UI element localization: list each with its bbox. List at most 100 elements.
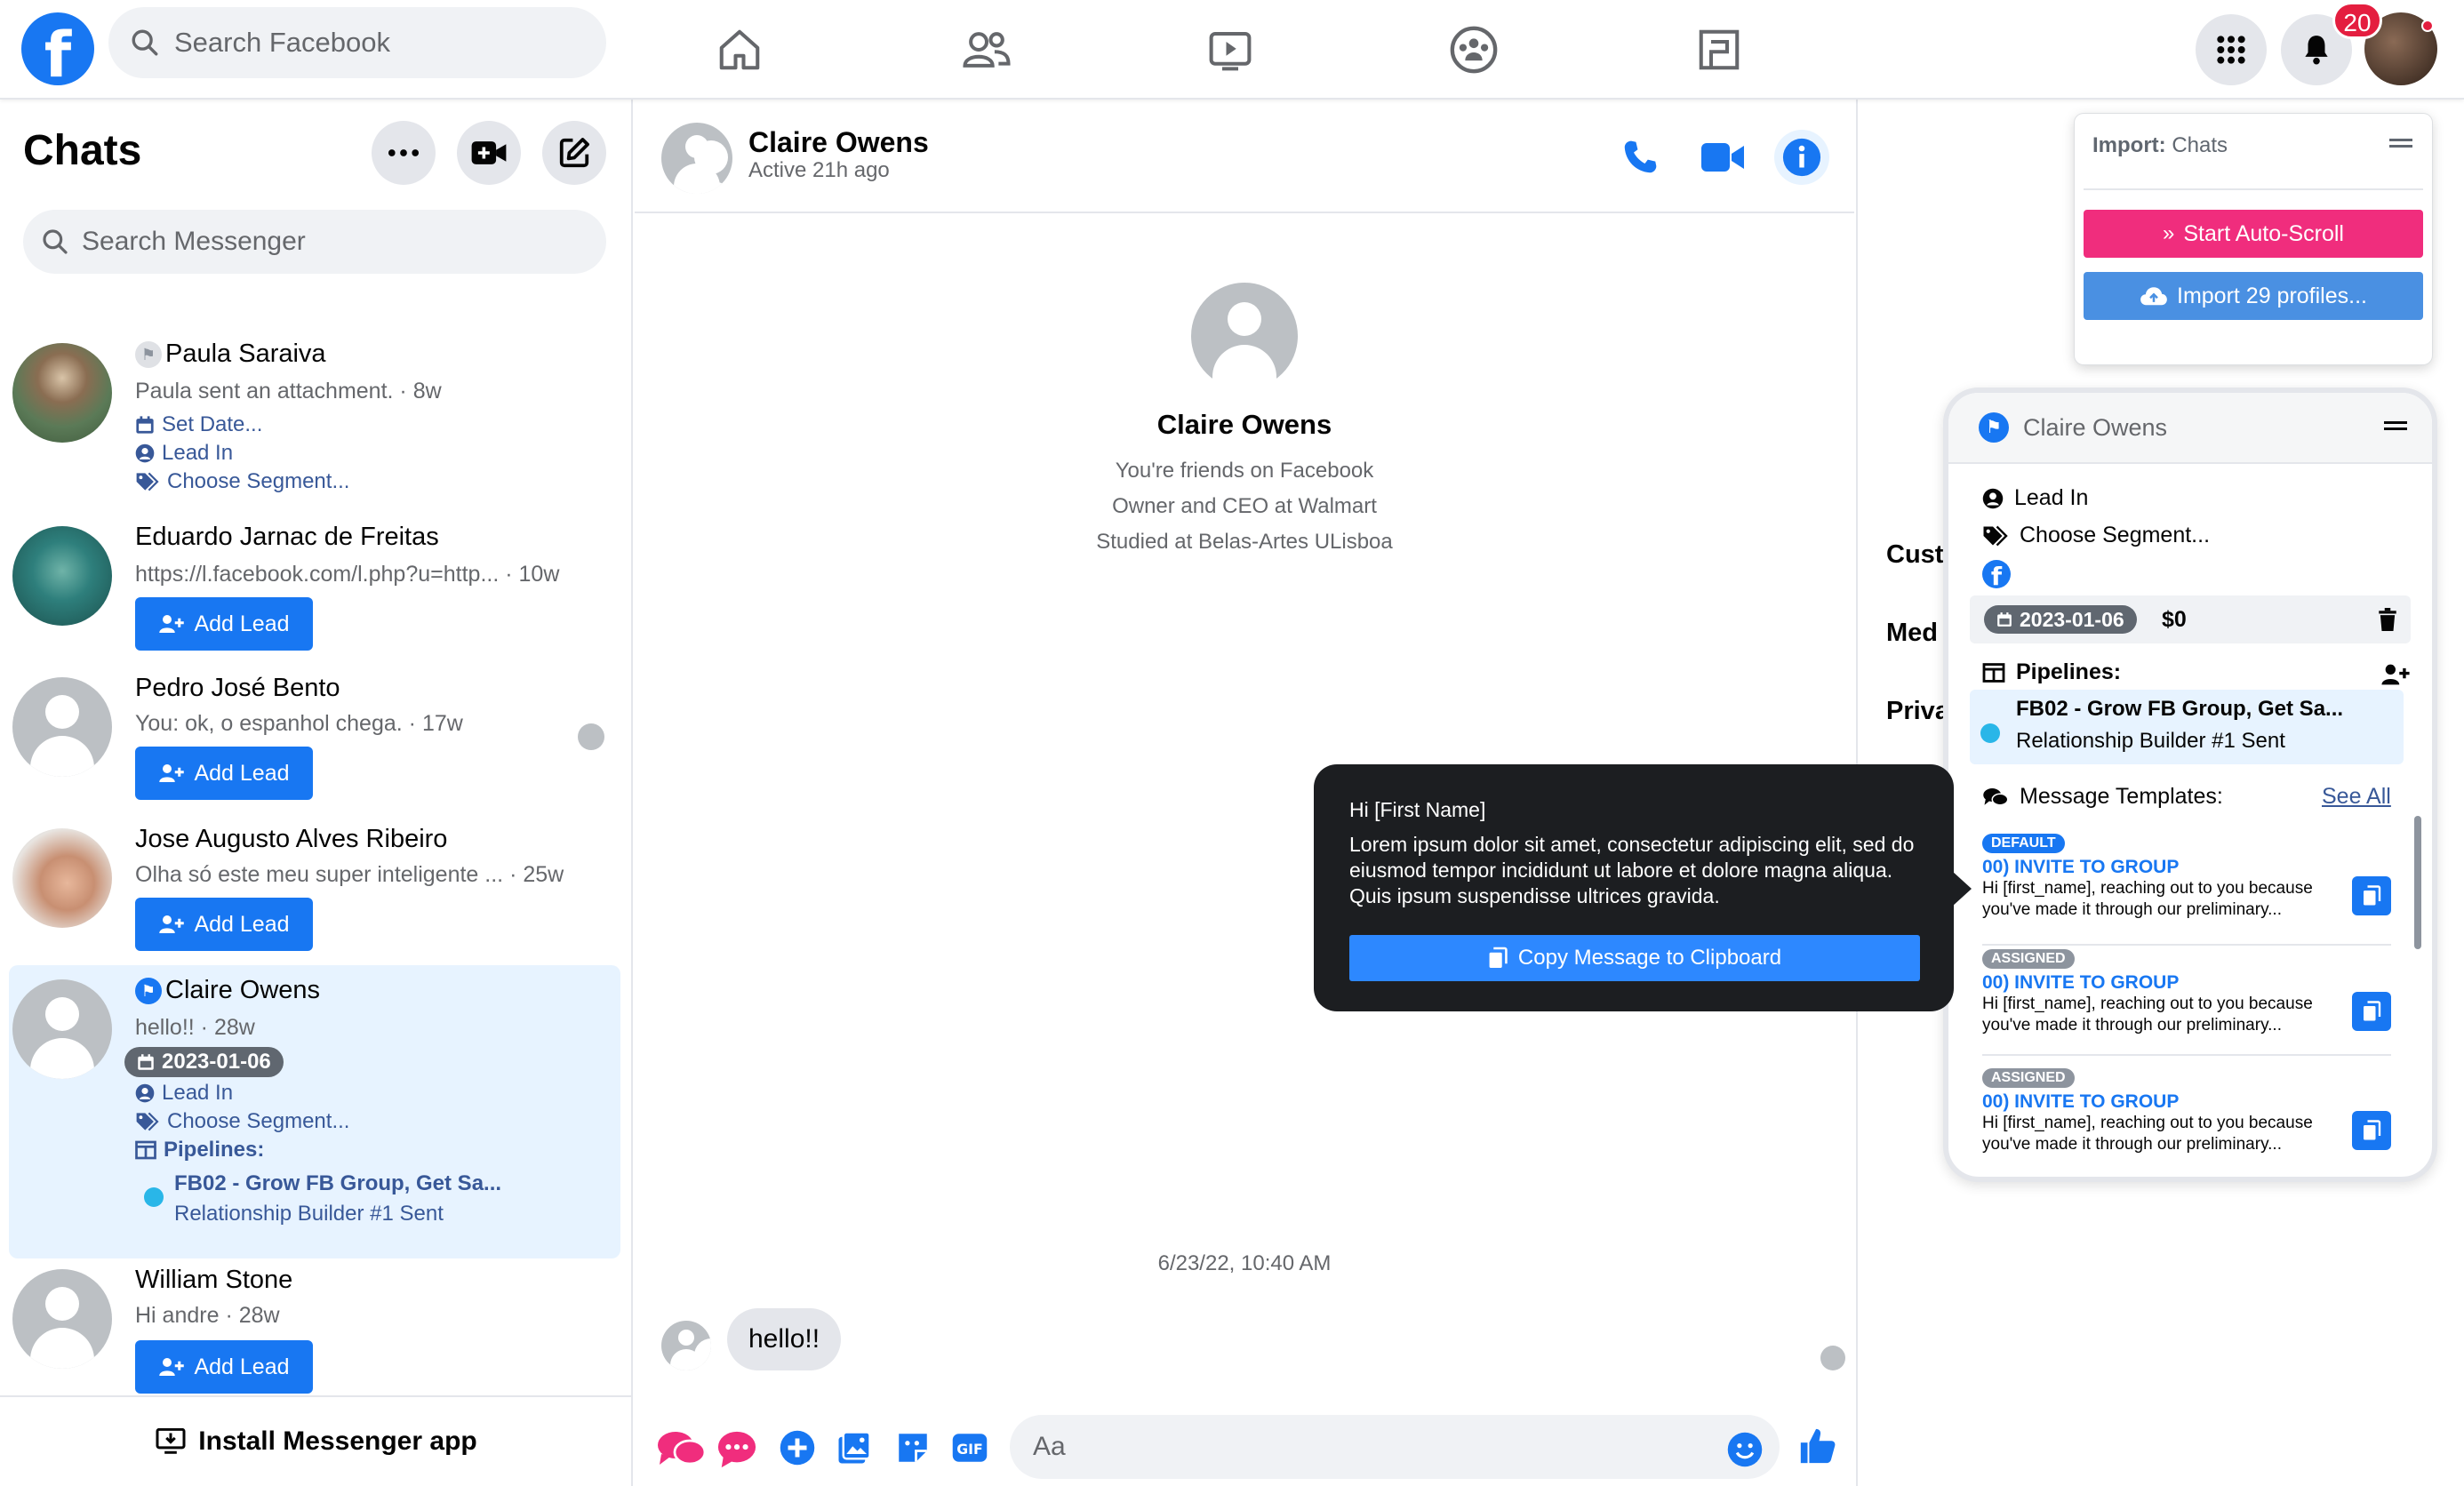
chat-preview: Paula sent an attachment. — [135, 379, 394, 403]
seen-avatar-icon — [1820, 1346, 1845, 1370]
copy-icon — [2364, 1001, 2381, 1021]
chat-time: · 25w — [509, 862, 564, 887]
chat-options-button[interactable] — [372, 121, 436, 185]
message-bubble[interactable]: hello!! — [727, 1308, 842, 1370]
user-plus-icon[interactable] — [2380, 663, 2411, 686]
photo-icon[interactable] — [836, 1429, 873, 1471]
date-pill[interactable]: 2023-01-06 — [1984, 605, 2137, 634]
sticker-icon[interactable] — [894, 1429, 932, 1471]
trash-icon[interactable] — [2377, 608, 2398, 631]
search-icon — [132, 29, 158, 56]
collapse-icon[interactable] — [2384, 421, 2407, 430]
stage-link[interactable]: Lead In — [135, 1081, 233, 1106]
details-peek-customize[interactable]: Cust — [1886, 540, 1943, 570]
date-pill[interactable]: 2023-01-06 — [124, 1047, 284, 1077]
flag-icon: ⚑ — [135, 341, 162, 369]
chat-preview: https://l.facebook.com/l.php?u=http... — [135, 562, 500, 587]
start-auto-scroll-button[interactable]: » Start Auto-Scroll — [2084, 210, 2423, 258]
search-icon — [43, 229, 68, 254]
avatar — [12, 1269, 112, 1369]
segment-link[interactable]: Choose Segment... — [135, 469, 349, 494]
templates-scrollbar[interactable] — [2414, 816, 2421, 949]
like-icon[interactable] — [1797, 1426, 1838, 1471]
avatar — [12, 979, 112, 1079]
add-lead-button[interactable]: Add Lead — [135, 747, 313, 800]
set-date-link[interactable]: Set Date... — [135, 412, 262, 437]
grid-menu-icon — [2217, 36, 2245, 64]
contact-name[interactable]: Claire Owens — [748, 126, 929, 159]
copy-icon — [2364, 1120, 2381, 1140]
template-title: 00) INVITE TO GROUP — [1982, 1091, 2180, 1112]
collapse-icon[interactable] — [2389, 139, 2412, 148]
user-plus-icon — [159, 1358, 185, 1376]
sender-avatar — [661, 1321, 711, 1370]
pipeline-card[interactable]: FB02 - Grow FB Group, Get Sa... Relation… — [1970, 690, 2404, 764]
messenger-search-placeholder: Search Messenger — [82, 227, 306, 256]
new-message-button[interactable] — [542, 121, 606, 185]
lead-stage-row[interactable]: Lead In — [1982, 485, 2088, 511]
profile-avatar[interactable] — [1191, 283, 1298, 398]
pipeline-name[interactable]: FB02 - Grow FB Group, Get Sa... — [174, 1171, 501, 1196]
new-room-button[interactable] — [457, 121, 521, 185]
profile-summary: Claire Owens You're friends on Facebook … — [635, 283, 1854, 555]
emoji-icon[interactable] — [1726, 1431, 1764, 1473]
lead-amount[interactable]: $0 — [2162, 607, 2187, 633]
template-item[interactable]: ASSIGNED 00) INVITE TO GROUP Hi [first_n… — [1982, 949, 2391, 1036]
template-title: 00) INVITE TO GROUP — [1982, 972, 2180, 993]
copy-template-button[interactable] — [2352, 1111, 2391, 1150]
video-call-button[interactable] — [1698, 135, 1748, 180]
stage-link[interactable]: Lead In — [135, 441, 233, 466]
pipelines-label: Pipelines: — [1982, 659, 2121, 685]
gif-icon[interactable]: GIF — [951, 1429, 988, 1471]
import-profiles-button[interactable]: Import 29 profiles... — [2084, 272, 2423, 320]
conversation-info-button[interactable] — [1774, 130, 1829, 185]
install-messenger-link[interactable]: Install Messenger app — [0, 1395, 633, 1486]
chat-preview: You: ok, o espanhol chega. — [135, 711, 403, 736]
call-button[interactable] — [1618, 135, 1662, 180]
calendar-icon — [1997, 612, 2012, 627]
details-peek-privacy[interactable]: Priva — [1886, 697, 1949, 726]
add-lead-button[interactable]: Add Lead — [135, 1340, 313, 1394]
chat-time: · 28w — [200, 1015, 255, 1040]
template-item[interactable]: DEFAULT 00) INVITE TO GROUP Hi [first_na… — [1982, 834, 2391, 921]
see-all-link[interactable]: See All — [2322, 784, 2391, 810]
message-input[interactable]: Aa — [1010, 1415, 1780, 1479]
template-body: Hi [first_name], reaching out to you bec… — [1982, 1114, 2313, 1154]
home-icon[interactable] — [713, 23, 766, 76]
chat-name: Claire Owens — [165, 976, 321, 1004]
svg-text:GIF: GIF — [956, 1441, 983, 1458]
copy-to-clipboard-button[interactable]: Copy Message to Clipboard — [1349, 935, 1920, 981]
add-lead-button[interactable]: Add Lead — [135, 898, 313, 951]
facebook-logo[interactable]: f — [21, 12, 94, 85]
messenger-search[interactable]: Search Messenger — [23, 210, 606, 274]
chats-sidebar: Chats Search Messenger ⚑ Paula Saraiva Pa… — [0, 100, 633, 1486]
template-item[interactable]: ASSIGNED 00) INVITE TO GROUP Hi [first_n… — [1982, 1068, 2391, 1155]
bell-icon — [2305, 36, 2328, 65]
contact-avatar[interactable] — [661, 123, 732, 194]
pink-chat-icon[interactable] — [656, 1429, 707, 1473]
friends-icon[interactable] — [960, 23, 1013, 76]
watch-icon[interactable] — [1204, 23, 1257, 76]
facebook-search[interactable]: Search Facebook — [108, 7, 606, 78]
groups-icon[interactable] — [1447, 23, 1500, 76]
menu-button[interactable] — [2196, 14, 2267, 85]
lead-segment-row[interactable]: Choose Segment... — [1982, 523, 2210, 548]
facebook-profile-icon[interactable]: f — [1982, 560, 2011, 588]
add-lead-button[interactable]: Add Lead — [135, 597, 313, 651]
copy-icon — [2364, 885, 2381, 906]
more-icon — [388, 149, 420, 156]
lead-name: Claire Owens — [2023, 414, 2168, 441]
chat-name: Eduardo Jarnac de Freitas — [135, 523, 439, 551]
copy-template-button[interactable] — [2352, 992, 2391, 1031]
add-more-icon[interactable] — [779, 1429, 816, 1471]
chat-preview: Hi andre — [135, 1303, 220, 1328]
template-badge: ASSIGNED — [1982, 1068, 2075, 1088]
copy-template-button[interactable] — [2352, 876, 2391, 915]
details-peek-media[interactable]: Med — [1886, 619, 1938, 648]
segment-link[interactable]: Choose Segment... — [135, 1109, 349, 1134]
pipeline-dot — [144, 1187, 164, 1207]
tags-icon — [1983, 525, 2008, 546]
gaming-icon[interactable] — [1692, 23, 1746, 76]
import-chats-panel: Import: Chats » Start Auto-Scroll Import… — [2075, 114, 2432, 364]
pink-message-icon[interactable] — [716, 1429, 757, 1473]
